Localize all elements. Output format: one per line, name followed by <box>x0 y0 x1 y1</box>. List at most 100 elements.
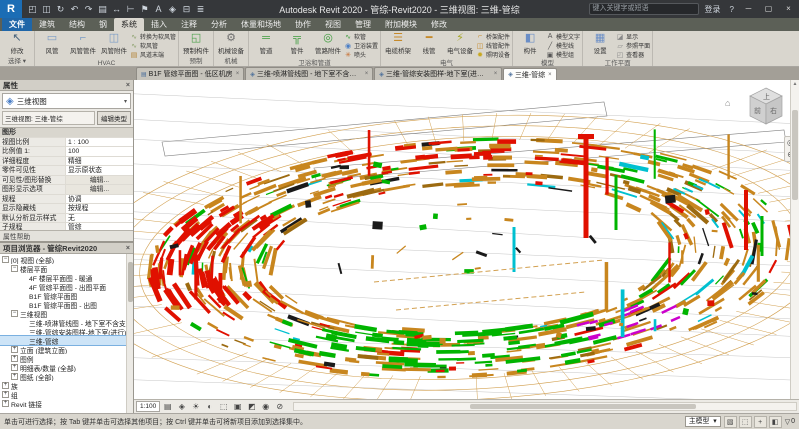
close-button[interactable]: × <box>780 0 797 18</box>
tool-duct[interactable]: ▭风管 <box>37 32 67 55</box>
detail-level-icon[interactable]: ▤ <box>161 401 174 413</box>
tag-icon[interactable]: ⚑ <box>138 2 151 16</box>
crop-view-icon[interactable]: ⬚ <box>217 401 230 413</box>
minimize-button[interactable]: ─ <box>740 0 757 18</box>
ribbon-tab-分析[interactable]: 分析 <box>204 18 234 31</box>
panel-caption[interactable]: 机械 <box>216 57 246 66</box>
tree-item[interactable]: −三维视图 <box>0 309 133 318</box>
property-value[interactable]: 协调 <box>66 195 133 204</box>
shadows-icon[interactable]: ◐ <box>203 401 216 413</box>
tool-sprinkler[interactable]: ✳喷头 <box>344 50 378 59</box>
redo-icon[interactable]: ↷ <box>82 2 95 16</box>
tool-model-group[interactable]: ▣模型组 <box>546 50 580 59</box>
tree-item[interactable]: +组 <box>0 390 133 399</box>
ribbon-tab-修改[interactable]: 修改 <box>424 18 454 31</box>
tool-flex-pipe[interactable]: ∿软管 <box>344 32 378 41</box>
horizontal-scrollbar[interactable] <box>293 402 797 411</box>
property-value[interactable]: 无 <box>66 214 133 223</box>
tool-model-text[interactable]: A模型文字 <box>546 32 580 41</box>
close-icon[interactable]: × <box>235 71 240 77</box>
ribbon-tab-系统[interactable]: 系统 <box>114 18 144 31</box>
property-edit-button[interactable]: 编辑... <box>66 185 133 194</box>
search-input[interactable]: 键入关键字或短语 <box>589 3 699 15</box>
tool-model-line[interactable]: ╱模型线 <box>546 41 580 50</box>
tool-flex-duct[interactable]: ∿软风管 <box>130 41 176 50</box>
exclude-options-toggle[interactable]: ⬚ <box>739 416 752 428</box>
text-icon[interactable]: A <box>152 2 165 16</box>
tree-item[interactable]: +Revit 链接 <box>0 399 133 408</box>
section-icon[interactable]: ⊟ <box>180 2 193 16</box>
expand-icon[interactable]: + <box>11 364 18 371</box>
type-selector[interactable]: ◈ 三维视图 ▾ <box>2 93 131 109</box>
tree-item[interactable]: 4F 楼层平面图 - 暖通 <box>0 273 133 282</box>
property-value[interactable]: 按规程 <box>66 204 133 213</box>
properties-close-icon[interactable]: × <box>126 82 130 89</box>
expand-icon[interactable]: + <box>2 391 9 398</box>
tool-set-work-plane[interactable]: ▦设置 <box>585 32 615 55</box>
aligned-dim-icon[interactable]: ⊢ <box>124 2 137 16</box>
view-tab[interactable]: ◈三维-喷淋管线图 - 地下室不含支管× <box>245 67 373 80</box>
tree-item[interactable]: 4F 管综平面图 - 出图平面 <box>0 282 133 291</box>
ribbon-tab-视图[interactable]: 视图 <box>318 18 348 31</box>
tool-fabrication-part[interactable]: ◱预制构件 <box>181 32 211 55</box>
collapse-icon[interactable]: − <box>11 265 18 272</box>
panel-caption[interactable]: 工作平面 <box>585 59 650 67</box>
project-browser-close-icon[interactable]: × <box>126 245 130 252</box>
ribbon-tab-注释[interactable]: 注释 <box>174 18 204 31</box>
tool-lighting-fixture[interactable]: ✹照明设备 <box>476 50 510 59</box>
maximize-button[interactable]: ▢ <box>760 0 777 18</box>
instance-selector[interactable]: 三维视图: 三维-管综 <box>2 111 95 125</box>
tool-cable-tray-fitting[interactable]: ⌐桥架配件 <box>476 32 510 41</box>
tool-conduit-fitting[interactable]: ◫线管配件 <box>476 41 510 50</box>
edit-type-button[interactable]: 编辑类型 <box>97 111 131 125</box>
print-icon[interactable]: ▤ <box>96 2 109 16</box>
panel-caption[interactable]: 电气 <box>383 59 510 67</box>
visual-style-icon[interactable]: ◈ <box>175 401 188 413</box>
ribbon-tab-附加模块[interactable]: 附加模块 <box>378 18 424 31</box>
view-tab[interactable]: ▤B1F 管综平面图 - 低区机房× <box>136 67 244 80</box>
tree-item[interactable]: +立面 (建筑立面) <box>0 345 133 354</box>
tool-mechanical-equipment[interactable]: ⚙机械设备 <box>216 32 246 55</box>
vertical-scrollbar[interactable]: ▲ <box>790 80 799 399</box>
property-value[interactable]: 管综 <box>66 223 133 230</box>
tool-pipe-accessory[interactable]: ◎管路附件 <box>313 32 343 55</box>
ribbon-tab-文件[interactable]: 文件 <box>2 18 32 31</box>
scale-button[interactable]: 1:100 <box>136 401 160 412</box>
home-icon[interactable]: ⌂ <box>725 98 730 108</box>
close-icon[interactable]: × <box>364 71 369 77</box>
ribbon-tab-插入[interactable]: 插入 <box>144 18 174 31</box>
default-3d-icon[interactable]: ◈ <box>166 2 179 16</box>
property-edit-button[interactable]: 编辑... <box>66 176 133 185</box>
property-value[interactable]: 100 <box>66 147 133 156</box>
panel-caption[interactable]: 卫浴和管道 <box>251 59 378 67</box>
scroll-up-icon[interactable]: ▲ <box>791 80 799 88</box>
panel-caption[interactable]: 模型 <box>515 59 580 67</box>
thin-lines-icon[interactable]: ≣ <box>194 2 207 16</box>
collapse-icon[interactable]: − <box>2 256 9 263</box>
ribbon-tab-管理[interactable]: 管理 <box>348 18 378 31</box>
tree-item[interactable]: −楼层平面 <box>0 264 133 273</box>
select-by-face-toggle[interactable]: ◧ <box>769 416 782 428</box>
tree-item[interactable]: +族 <box>0 381 133 390</box>
panel-caption[interactable]: HVAC <box>37 59 176 67</box>
view-cube[interactable]: ⌂ 上 前 右 <box>725 84 785 132</box>
tree-item[interactable]: +图例 <box>0 354 133 363</box>
view-tab[interactable]: ◈三维-管综安装图样-地下室(进行)大样× <box>374 67 502 80</box>
tool-duct-accessory[interactable]: ◫风管附件 <box>99 32 129 55</box>
tree-item[interactable]: +图纸 (全部) <box>0 372 133 381</box>
selection-filter[interactable]: ▽ 0 <box>785 418 795 426</box>
property-value[interactable]: 精细 <box>66 157 133 166</box>
undo-icon[interactable]: ↶ <box>68 2 81 16</box>
sync-icon[interactable]: ↻ <box>54 2 67 16</box>
expand-icon[interactable]: + <box>11 355 18 362</box>
reveal-hidden-icon[interactable]: ◉ <box>259 401 272 413</box>
design-option-select[interactable]: 主模型 ▾ <box>685 416 721 427</box>
ribbon-tab-结构[interactable]: 结构 <box>62 18 92 31</box>
press-drag-toggle[interactable]: + <box>754 416 767 428</box>
temporary-hide-isolate-icon[interactable]: ◩ <box>245 401 258 413</box>
tool-show-work-plane[interactable]: ◪显示 <box>616 32 650 41</box>
expand-icon[interactable]: + <box>11 346 18 353</box>
tree-item[interactable]: 三维-管综 <box>0 336 133 345</box>
tool-cable-tray[interactable]: ☰电缆桥架 <box>383 32 413 55</box>
tool-air-terminal[interactable]: ▤风道末端 <box>130 50 176 59</box>
